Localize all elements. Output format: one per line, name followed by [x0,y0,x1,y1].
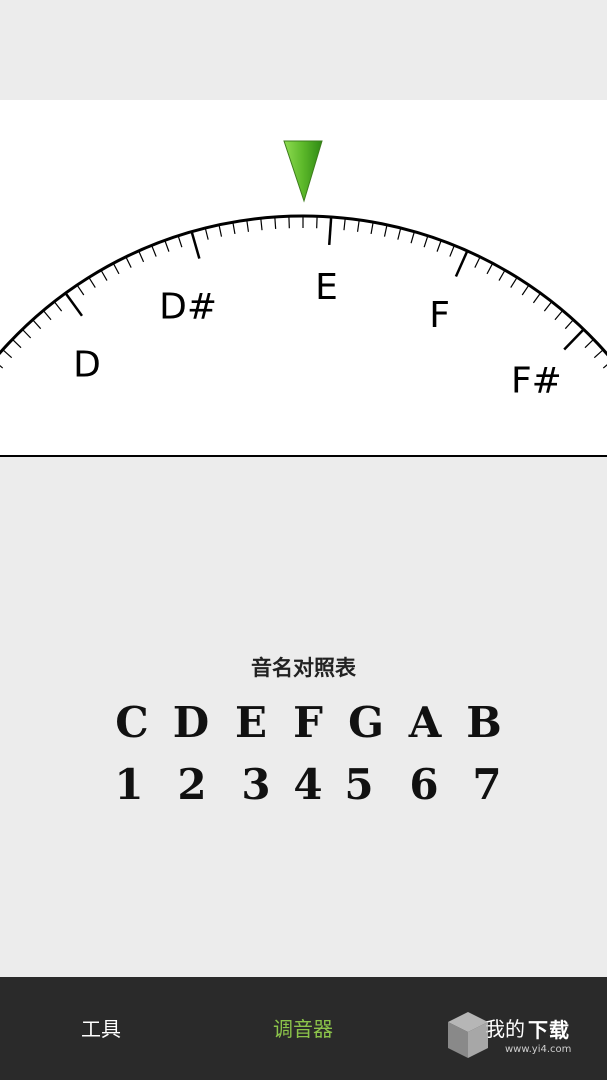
dial-minor-tick [138,250,145,263]
dial-major-tick [327,216,333,246]
dial-minor-tick [449,245,455,257]
dial-minor-tick [370,222,374,235]
note-letter: E [234,698,267,747]
note-letter: D [172,698,210,747]
dial-minor-tick [410,231,415,244]
dial-minor-tick [88,277,96,288]
dial-minor-tick [521,284,530,296]
dial-minor-tick [593,349,604,359]
note-number: 2 [177,760,207,809]
nav-tab-tools[interactable]: 工具 [31,1013,171,1042]
reference-title: 音名对照表 [251,656,356,680]
note-number: 7 [472,760,502,809]
dial-minor-tick [564,319,574,330]
dial-minor-tick [125,256,132,268]
note-letters-row: C D E F G A B [0,698,607,758]
dial-note-label: F# [511,360,562,401]
dial-note-label: D# [159,286,217,327]
dial-minor-tick [554,310,564,321]
dial-minor-tick [0,364,4,369]
dial-minor-tick [246,219,250,232]
note-number: 5 [344,760,374,809]
note-number: 6 [409,760,439,809]
watermark-text: 下载 [528,1018,570,1042]
note-letter: G [348,698,384,747]
dial-minor-tick [584,338,595,349]
dial-minor-tick [232,222,236,235]
dial-minor-tick [343,218,346,231]
dial-minor-tick [486,263,494,275]
dial-minor-tick [177,235,183,248]
dial-minor-tick [423,235,429,248]
dial-minor-tick [11,338,22,349]
note-letter: F [293,698,323,747]
dial-minor-tick [356,219,360,232]
top-bar [0,0,607,100]
note-letter: B [466,698,502,747]
dial-minor-tick [543,301,553,312]
dial-minor-tick [532,292,541,304]
dial-minor-tick [218,224,223,237]
dial-minor-tick [510,277,518,288]
dial-minor-tick [397,227,402,240]
tuner-dial-svg: D D# E F F# [0,140,607,457]
dial-minor-tick [602,364,607,369]
dial-minor-tick [474,256,481,268]
dial-note-label: E [315,267,338,308]
dial-minor-tick [53,301,63,312]
dial-minor-tick [383,224,388,237]
dial-minor-tick [100,269,108,281]
dial-major-tick [64,292,84,317]
dial-note-label: F [429,295,450,336]
dial-major-tick [563,328,585,351]
pitch-indicator-icon [283,140,323,203]
note-letter: C [115,698,149,747]
dial-minor-tick [204,227,209,240]
dial-minor-tick [151,245,157,257]
dial-major-tick [454,250,469,278]
dial-major-tick [190,231,201,259]
dial-minor-tick [260,218,263,231]
dial-note-label: D [73,345,101,386]
dial-minor-tick [2,349,13,359]
tuner-dial: D D# E F F# [0,100,607,457]
watermark-cube-icon [448,1012,488,1058]
dial-minor-tick [274,216,277,229]
note-number: 1 [114,760,144,809]
dial-minor-tick [32,319,42,330]
dial-minor-tick [164,240,170,252]
watermark-url: www.yi4.com [505,1044,572,1055]
dial-minor-tick [21,328,32,339]
nav-tab-tuner[interactable]: 调音器 [233,1013,373,1042]
dial-minor-tick [436,240,442,252]
note-numbers-row: 1 2 3 4 5 6 7 [0,760,607,820]
note-number: 3 [241,760,271,809]
dial-minor-tick [76,284,85,296]
note-letter: A [408,698,442,747]
dial-minor-tick [42,310,52,321]
dial-minor-tick [498,269,506,281]
dial-minor-tick [112,263,120,275]
